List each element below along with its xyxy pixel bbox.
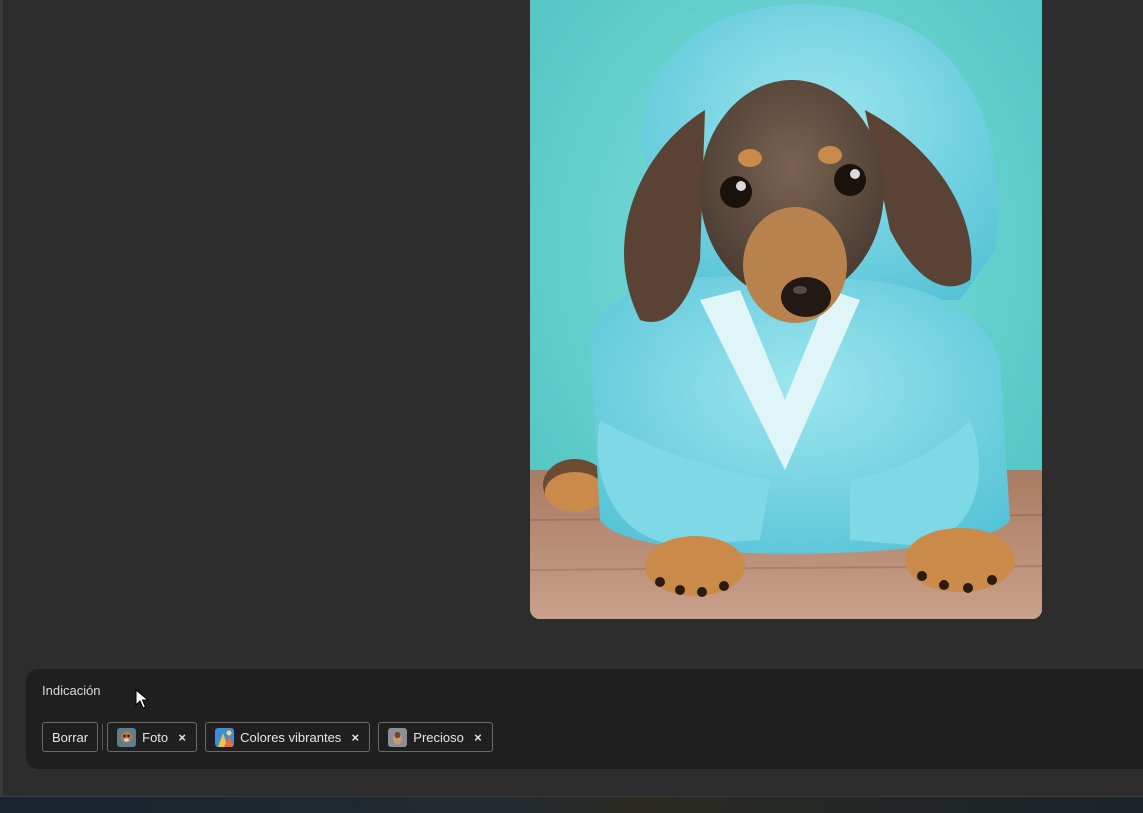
style-chip-precioso[interactable]: Precioso × xyxy=(378,722,493,752)
style-chip-colores-vibrantes[interactable]: Colores vibrantes × xyxy=(205,722,371,752)
style-chip-foto[interactable]: Foto × xyxy=(107,722,198,752)
remove-chip-icon[interactable]: × xyxy=(176,731,188,744)
vibrant-colors-thumbnail-icon xyxy=(215,727,235,747)
prompt-label: Indicación xyxy=(42,683,101,698)
style-chip-row: Borrar Foto × Colores vibrantes × Precio… xyxy=(42,721,501,753)
chip-divider xyxy=(102,724,104,750)
dachshund-puppy-image-icon xyxy=(530,0,1042,619)
remove-chip-icon[interactable]: × xyxy=(349,731,361,744)
photo-style-thumbnail-icon xyxy=(117,727,137,747)
chip-label: Foto xyxy=(142,729,169,745)
clear-button[interactable]: Borrar xyxy=(42,722,99,752)
taskbar xyxy=(0,796,1143,813)
prompt-panel: Indicación Borrar Foto × Colores vibrant… xyxy=(26,669,1143,769)
generated-image[interactable] xyxy=(530,0,1042,619)
mouse-pointer-icon xyxy=(135,689,149,709)
chip-label: Colores vibrantes xyxy=(240,729,342,745)
chip-label: Precioso xyxy=(413,729,464,745)
remove-chip-icon[interactable]: × xyxy=(472,731,484,744)
precious-style-thumbnail-icon xyxy=(388,727,408,747)
